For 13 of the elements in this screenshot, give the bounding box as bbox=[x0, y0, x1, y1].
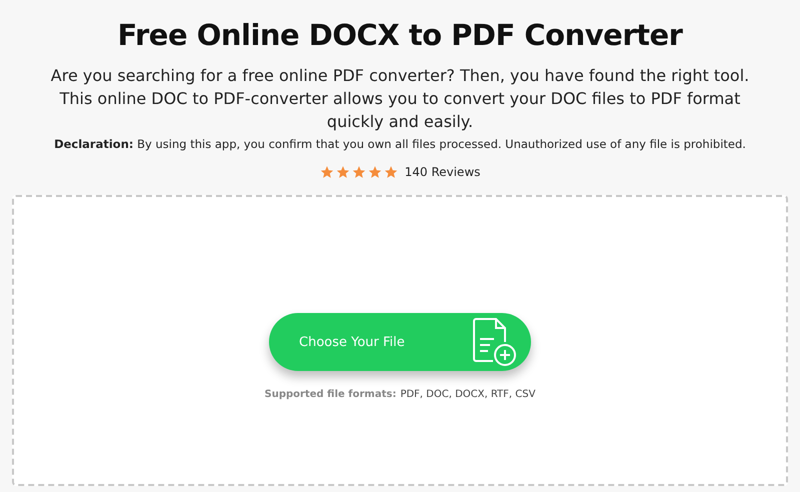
formats-label: Supported file formats: bbox=[264, 389, 396, 400]
star-icon bbox=[384, 165, 398, 179]
star-icon bbox=[320, 165, 334, 179]
page-title: Free Online DOCX to PDF Converter bbox=[118, 18, 682, 52]
star-icon bbox=[336, 165, 350, 179]
reviews-count: 140 Reviews bbox=[404, 165, 480, 179]
star-icon bbox=[368, 165, 382, 179]
declaration-text: Declaration: By using this app, you confirm that you own all files processed. Unauthorized use of any file is prohibited. bbox=[54, 137, 746, 151]
formats-list: PDF, DOC, DOCX, RTF, CSV bbox=[400, 389, 536, 400]
add-file-icon bbox=[471, 317, 517, 367]
star-icon bbox=[352, 165, 366, 179]
intro-text: Are you searching for a free online PDF converter? Then, you have found the right tool. This online DOC to PDF-converter allows you to convert your DOC files to PDF format quickly and easily. bbox=[50, 65, 750, 133]
drop-zone[interactable]: Choose Your File Supported file formats: PDF, DOC, DOCX, RTF, CSV bbox=[12, 195, 788, 486]
